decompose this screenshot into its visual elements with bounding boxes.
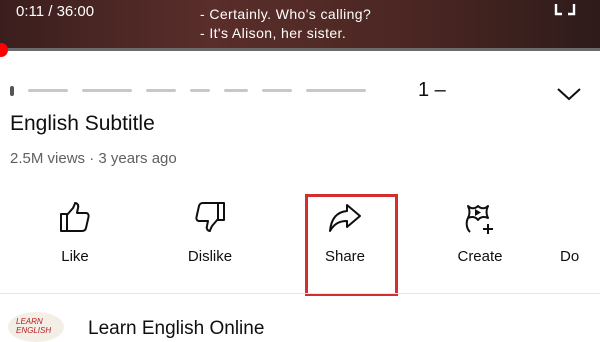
progress-bar[interactable] — [0, 48, 600, 51]
subtitle-line-2: - It's Alison, her sister. — [200, 25, 347, 41]
like-button[interactable]: Like — [30, 200, 120, 265]
fullscreen-icon[interactable] — [554, 0, 576, 16]
share-highlight-box — [305, 194, 398, 296]
action-row: Like Dislike Share Create Do — [0, 200, 600, 290]
chevron-down-icon[interactable] — [556, 86, 582, 102]
create-button[interactable]: Create — [435, 200, 525, 265]
time-display: 0:11 / 36:00 — [16, 3, 95, 20]
divider — [0, 293, 600, 294]
download-label: Do — [560, 248, 580, 265]
subtitle-overlay: - Certainly. Who's calling? - It's Aliso… — [200, 5, 371, 43]
thumbs-down-icon — [195, 202, 225, 232]
download-button[interactable]: Do — [560, 200, 600, 265]
create-sparkle-icon — [465, 205, 493, 234]
dislike-button[interactable]: Dislike — [165, 200, 255, 265]
channel-name[interactable]: Learn English Online — [88, 318, 264, 340]
dislike-label: Dislike — [187, 248, 233, 265]
thumbs-up-icon — [60, 202, 90, 232]
channel-logo-text: LEARN ENGLISH — [16, 317, 52, 335]
channel-avatar[interactable]: LEARN ENGLISH — [8, 312, 64, 342]
subtitle-line-1: - Certainly. Who's calling? — [200, 6, 372, 22]
video-title[interactable]: English Subtitle — [10, 112, 155, 136]
title-obscured — [10, 82, 410, 100]
like-label: Like — [61, 248, 89, 265]
create-label: Create — [457, 248, 503, 265]
progress-scrubber[interactable] — [0, 43, 8, 57]
video-meta[interactable]: 2.5M views · 3 years ago — [10, 150, 177, 167]
video-player[interactable]: 0:11 / 36:00 - Certainly. Who's calling?… — [0, 0, 600, 50]
video-title-suffix[interactable]: 1 – — [418, 79, 446, 102]
